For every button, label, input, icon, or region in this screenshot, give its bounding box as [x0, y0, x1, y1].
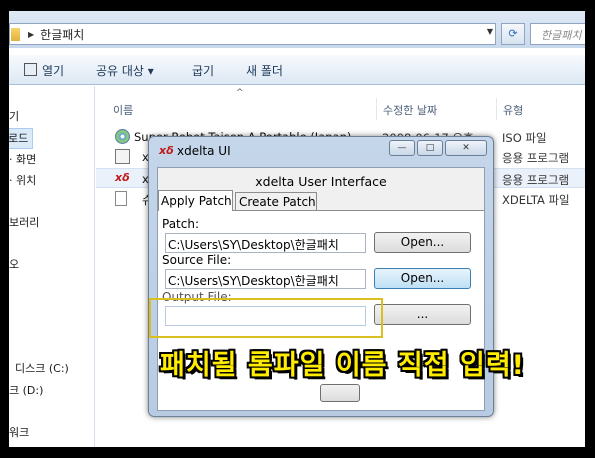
nav-item-network[interactable]: 워크 — [9, 424, 29, 440]
source-file-label: Source File: — [162, 253, 232, 267]
nav-item-drive-d[interactable]: 크 (D:) — [9, 382, 43, 398]
application-icon — [115, 149, 130, 164]
tab-apply-patch[interactable]: Apply Patch — [158, 190, 233, 211]
output-browse-button[interactable]: ... — [374, 304, 471, 325]
xdelta-icon: xδ — [159, 144, 174, 157]
new-folder-button[interactable]: 새 폴더 — [246, 62, 283, 79]
sort-arrow-icon: ^ — [236, 88, 244, 98]
file-type: 응용 프로그램 — [502, 151, 570, 165]
column-date[interactable]: 수정한 날짜 — [383, 102, 437, 118]
nav-item-favorites[interactable]: 기 — [9, 108, 19, 124]
nav-item-recent[interactable]: · 위치 — [9, 172, 36, 188]
address-bar: ▶ 한글패치 ▼ ⟳ 한글패치 — [9, 11, 585, 48]
address-box[interactable]: ▶ 한글패치 ▼ — [9, 23, 496, 45]
dialog-title: xdelta UI — [177, 144, 231, 158]
apply-button[interactable] — [320, 384, 360, 402]
tab-create-patch[interactable]: Create Patch — [235, 192, 317, 211]
navigation-pane: 기 로드 · 화면 · 위치 보러리 오 디스크 (C:) 크 (D:) 워크 — [9, 86, 95, 447]
patch-label: Patch: — [162, 217, 200, 231]
column-type[interactable]: 유형 — [503, 102, 523, 118]
file-type: XDELTA 파일 — [502, 193, 570, 207]
open-button[interactable]: 열기 — [42, 62, 64, 79]
chevron-down-icon[interactable]: ▼ — [487, 27, 493, 36]
nav-item-downloads[interactable]: 로드 — [9, 128, 34, 149]
dialog-heading: xdelta User Interface — [255, 174, 387, 189]
close-icon[interactable]: ✕ — [445, 140, 487, 156]
address-path[interactable]: 한글패치 — [40, 26, 84, 43]
file-icon — [115, 191, 127, 206]
folder-icon — [11, 27, 20, 41]
source-file-field[interactable]: C:\Users\SY\Desktop\한글패치 — [165, 269, 366, 289]
search-input[interactable]: 한글패치 — [530, 23, 585, 45]
source-open-button[interactable]: Open... — [374, 268, 471, 289]
column-divider[interactable] — [376, 98, 377, 120]
disc-icon — [115, 129, 130, 144]
xdelta-icon: xδ — [115, 171, 130, 184]
patch-open-button[interactable]: Open... — [374, 232, 471, 253]
file-type: 응용 프로그램 — [502, 173, 570, 187]
patch-path-field[interactable]: C:\Users\SY\Desktop\한글패치 — [165, 233, 366, 253]
maximize-icon[interactable]: □ — [417, 140, 443, 156]
breadcrumb-arrow-icon[interactable]: ▶ — [28, 30, 34, 39]
toolbar: 열기 공유 대상 ▾ 굽기 새 폴더 — [9, 55, 585, 85]
share-button[interactable]: 공유 대상 ▾ — [96, 62, 154, 79]
nav-item-video[interactable]: 오 — [9, 256, 19, 272]
annotation-caption: 패치될 롬파일 이름 직접 입력! — [160, 350, 525, 381]
column-divider[interactable] — [496, 98, 497, 120]
burn-button[interactable]: 굽기 — [192, 62, 214, 79]
nav-item-drive-c[interactable]: 디스크 (C:) — [15, 360, 69, 376]
nav-item-desktop[interactable]: · 화면 — [9, 151, 36, 167]
file-type: ISO 파일 — [502, 131, 547, 145]
nav-item-library[interactable]: 보러리 — [9, 214, 39, 230]
column-name[interactable]: 이름 — [113, 102, 133, 118]
open-icon — [24, 63, 37, 76]
refresh-icon[interactable]: ⟳ — [501, 23, 525, 45]
minimize-icon[interactable]: — — [389, 140, 415, 156]
highlight-box — [149, 298, 383, 338]
dialog-titlebar[interactable]: xδ xdelta UI — □ ✕ — [149, 137, 493, 163]
